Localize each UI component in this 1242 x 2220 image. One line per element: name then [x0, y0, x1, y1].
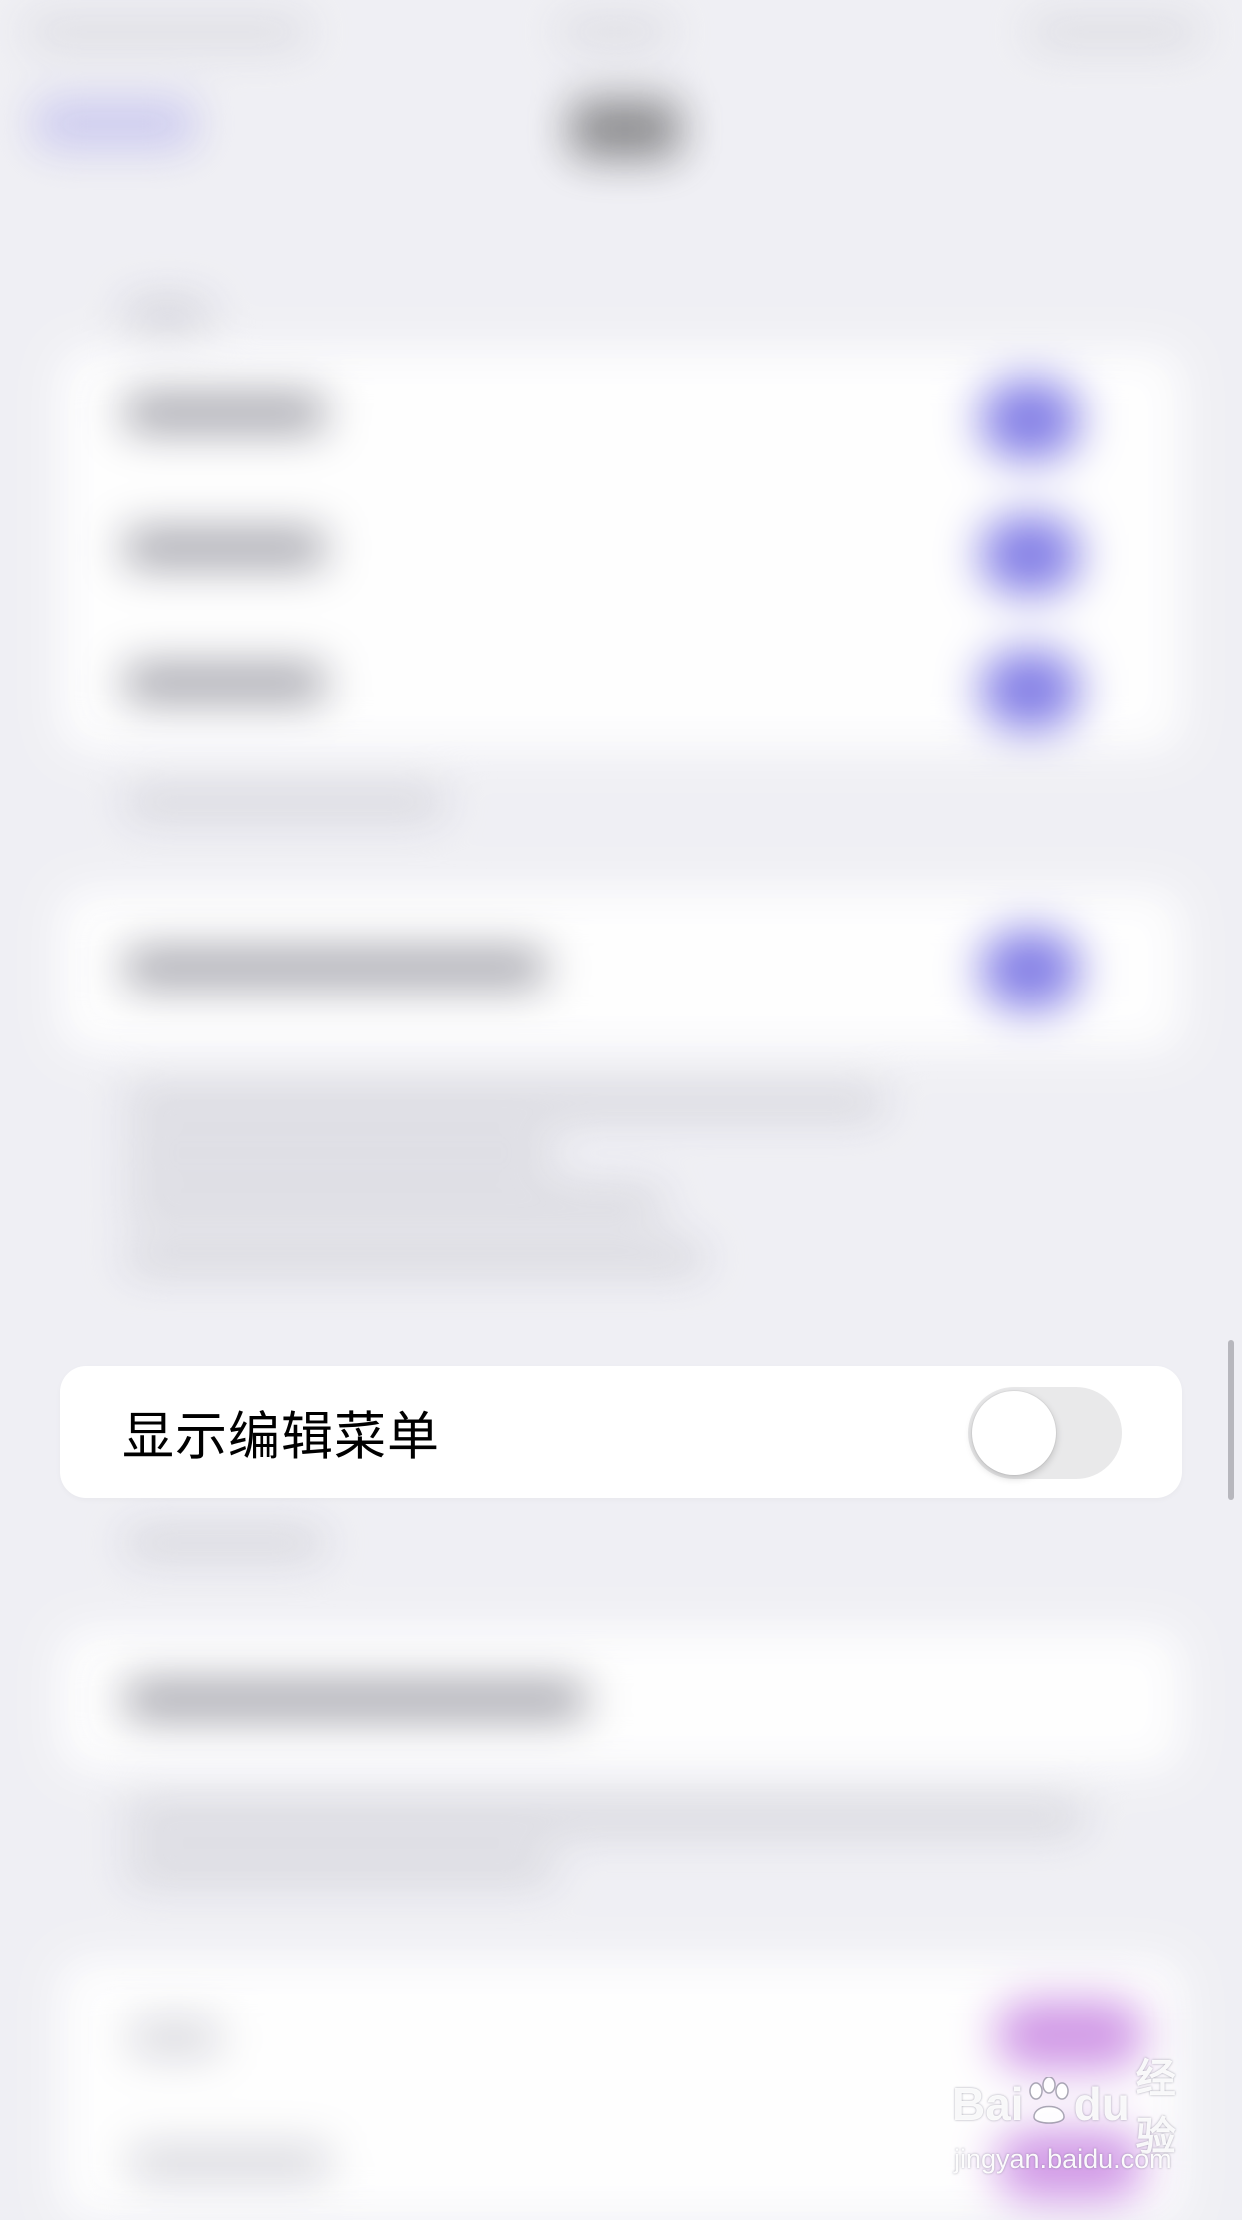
- watermark-logo-du: du: [1073, 2078, 1130, 2130]
- footnote-blur: [125, 1855, 555, 1881]
- accent-control-blur[interactable]: [995, 2000, 1145, 2070]
- status-left-blur: [28, 18, 308, 46]
- row-label-blur: [125, 950, 545, 986]
- footnote-blur: [125, 1090, 885, 1116]
- footnote-blur: [125, 1245, 705, 1271]
- section-header-blur: [125, 300, 210, 330]
- show-edit-menu-row[interactable]: 显示编辑菜单: [60, 1366, 1182, 1498]
- settings-group-blur: [60, 350, 1182, 750]
- show-edit-menu-label: 显示编辑菜单: [122, 1407, 441, 1468]
- watermark-logo-bai: Bai: [952, 2078, 1024, 2130]
- row-label-blur: [130, 2145, 330, 2181]
- footnote-blur: [125, 1805, 1085, 1831]
- scroll-indicator[interactable]: [1228, 1340, 1234, 1500]
- blurred-background: [0, 0, 1242, 2220]
- watermark-logo: Bai du 经验: [952, 2056, 1192, 2160]
- baidu-jingyan-watermark: Bai du 经验 jingyan.baidu.com: [952, 2056, 1192, 2178]
- watermark-url: jingyan.baidu.com: [954, 2144, 1172, 2174]
- settings-group-blur: [60, 1630, 1182, 1770]
- settings-group-blur: [60, 890, 1182, 1050]
- footnote-blur: [125, 790, 445, 816]
- status-bar: [0, 0, 1242, 62]
- footnote-blur: [125, 1140, 555, 1166]
- toggle-blur[interactable]: [980, 650, 1080, 730]
- toggle-blur[interactable]: [980, 930, 1080, 1010]
- toggle-knob: [972, 1391, 1056, 1475]
- back-button-blur[interactable]: [35, 100, 195, 148]
- footnote-blur: [125, 1530, 325, 1556]
- toggle-blur[interactable]: [980, 380, 1080, 460]
- show-edit-menu-toggle[interactable]: [968, 1387, 1122, 1479]
- row-label-blur: [125, 530, 325, 566]
- status-battery-blur: [1030, 18, 1200, 46]
- row-label-blur: [125, 665, 325, 701]
- paw-icon: [1026, 2076, 1072, 2131]
- row-label-blur: [125, 395, 325, 431]
- row-label-blur: [130, 2020, 220, 2056]
- page-title-blur: [570, 100, 680, 158]
- toggle-blur[interactable]: [980, 515, 1080, 595]
- status-time-blur: [560, 18, 670, 46]
- row-label-blur: [125, 1682, 585, 1718]
- footnote-blur: [125, 1190, 665, 1216]
